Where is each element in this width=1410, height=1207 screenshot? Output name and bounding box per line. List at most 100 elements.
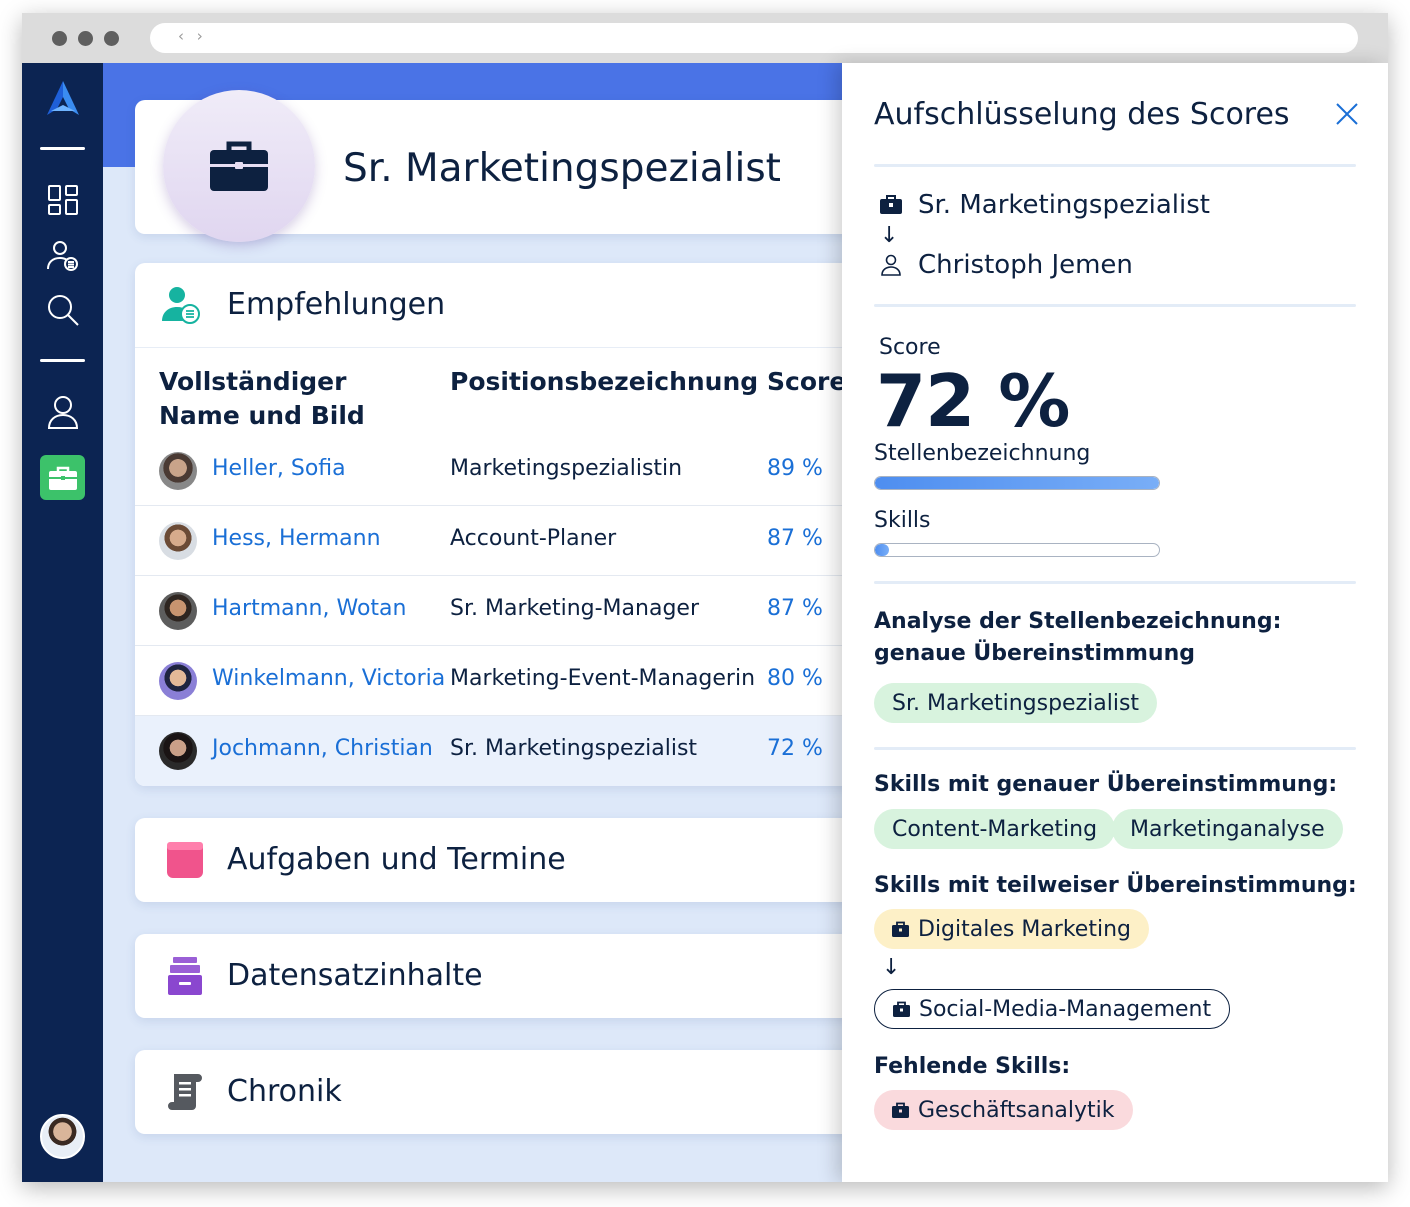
divider: [135, 347, 875, 348]
skills-match-bar: [874, 543, 1160, 557]
job-header-card: Sr. Marketingspezialist: [135, 90, 875, 242]
avatar: [159, 522, 197, 560]
divider: [874, 164, 1356, 167]
skill-chip: Marketinganalyse: [1112, 809, 1343, 849]
jobs-nav-active[interactable]: [40, 455, 85, 500]
candidate-score[interactable]: 87 %: [767, 526, 823, 551]
profile-avatar[interactable]: [40, 1114, 85, 1159]
scroll-icon: [165, 1072, 205, 1112]
avatar: [159, 592, 197, 630]
app-logo-icon[interactable]: [44, 79, 81, 116]
avatar: [159, 452, 197, 490]
skills-bar-label: Skills: [874, 508, 931, 533]
recommendations-icon: [159, 285, 201, 325]
title-match-chip: Sr. Marketingspezialist: [874, 683, 1158, 723]
job-title: Sr. Marketingspezialist: [343, 146, 781, 191]
panel-title: Aufschlüsselung des Scores: [874, 97, 1290, 132]
briefcase-icon: [893, 1001, 910, 1018]
table-row[interactable]: Winkelmann, Victoria Marketing-Event-Man…: [135, 646, 875, 716]
candidate-score[interactable]: 72 %: [767, 736, 823, 761]
candidate-score[interactable]: 89 %: [767, 456, 823, 481]
exact-skills-heading: Skills mit genauer Übereinstimmung:: [874, 772, 1338, 797]
column-header-position[interactable]: Positionsbezeichnung: [450, 365, 758, 399]
arrow-down-icon: ↓: [880, 223, 899, 248]
candidates-icon[interactable]: [44, 237, 81, 274]
divider: [874, 747, 1356, 750]
candidate-name-link[interactable]: Hartmann, Wotan: [212, 596, 406, 621]
candidate-position: Sr. Marketing-Manager: [450, 596, 699, 621]
divider: [874, 304, 1356, 307]
column-header-score[interactable]: Score: [767, 365, 846, 399]
title-bar-label: Stellenbezeichnung: [874, 441, 1091, 466]
skill-chip: Content-Marketing: [874, 809, 1116, 849]
table-row[interactable]: Hess, Hermann Account-Planer 87 %: [135, 506, 875, 576]
user-icon: [880, 254, 902, 276]
avatar: [159, 732, 197, 770]
match-job-title: Sr. Marketingspezialist: [918, 190, 1210, 220]
missing-skills-heading: Fehlende Skills:: [874, 1054, 1071, 1079]
candidate-position: Sr. Marketingspezialist: [450, 736, 698, 761]
briefcase-icon: [892, 921, 909, 938]
avatar: [159, 662, 197, 700]
match-candidate-name: Christoph Jemen: [918, 250, 1133, 280]
candidate-score[interactable]: 87 %: [767, 596, 823, 621]
archive-icon: [165, 956, 205, 996]
records-section[interactable]: Datensatzinhalte: [135, 934, 875, 1018]
candidate-name-link[interactable]: Jochmann, Christian: [212, 736, 433, 761]
recommendations-title: Empfehlungen: [227, 287, 446, 322]
arrow-down-icon: ↓: [882, 955, 901, 980]
window-dot[interactable]: [52, 31, 67, 46]
nav-arrows-icon[interactable]: ‹ ›: [178, 27, 207, 45]
divider: [874, 581, 1356, 584]
sidebar: [22, 63, 103, 1182]
candidate-score[interactable]: 80 %: [767, 666, 823, 691]
sidebar-divider: [40, 359, 85, 362]
partial-skill-to: Social-Media-Management: [919, 996, 1212, 1022]
match-job: Sr. Marketingspezialist: [880, 190, 1210, 220]
score-breakdown-panel: Aufschlüsselung des Scores Sr. Marketing…: [842, 63, 1388, 1182]
dashboard-icon[interactable]: [44, 181, 81, 218]
partial-skill-chip: Social-Media-Management: [874, 989, 1231, 1029]
partial-skill-from: Digitales Marketing: [918, 916, 1131, 942]
search-icon[interactable]: [44, 291, 81, 328]
section-title: Aufgaben und Termine: [227, 842, 566, 877]
browser-window: ‹ › Sr. Marketingspezialist Empfehlungen…: [22, 13, 1388, 1182]
title-analysis-heading: Analyse der Stellenbezeichnung: genaue Ü…: [874, 609, 1282, 666]
chronicle-section[interactable]: Chronik: [135, 1050, 875, 1134]
table-row-selected[interactable]: Jochmann, Christian Sr. Marketingspezial…: [135, 716, 875, 786]
candidate-position: Marketing-Event-Managerin: [450, 666, 756, 691]
column-header-name[interactable]: Vollständiger Name und Bild: [159, 365, 429, 433]
score-value: 72 %: [876, 359, 1070, 443]
section-title: Datensatzinhalte: [227, 958, 483, 993]
job-avatar: [163, 90, 315, 242]
window-dot[interactable]: [104, 31, 119, 46]
candidate-position: Marketingspezialistin: [450, 456, 683, 481]
missing-skill-chip: Geschäftsanalytik: [874, 1090, 1133, 1130]
calendar-icon: [165, 840, 205, 880]
partial-skill-chip: Digitales Marketing: [874, 909, 1149, 949]
close-icon[interactable]: [1334, 101, 1360, 127]
briefcase-icon: [210, 141, 268, 191]
main-content: Sr. Marketingspezialist Empfehlungen Vol…: [103, 63, 875, 1182]
browser-titlebar: ‹ ›: [22, 13, 1388, 63]
section-title: Chronik: [227, 1074, 342, 1109]
tasks-section[interactable]: Aufgaben und Termine: [135, 818, 875, 902]
address-bar[interactable]: ‹ ›: [150, 23, 1358, 53]
score-label: Score: [879, 335, 941, 360]
candidate-name-link[interactable]: Hess, Hermann: [212, 526, 381, 551]
table-row[interactable]: Hartmann, Wotan Sr. Marketing-Manager 87…: [135, 576, 875, 646]
sidebar-divider: [40, 147, 85, 150]
briefcase-icon: [48, 466, 77, 490]
user-icon[interactable]: [44, 393, 81, 430]
title-match-bar: [874, 476, 1160, 490]
candidate-position: Account-Planer: [450, 526, 617, 551]
missing-skill-name: Geschäftsanalytik: [918, 1097, 1115, 1123]
table-row[interactable]: Heller, Sofia Marketingspezialistin 89 %: [135, 436, 875, 506]
window-dot[interactable]: [78, 31, 93, 46]
candidate-name-link[interactable]: Winkelmann, Victoria: [212, 666, 445, 691]
candidate-name-link[interactable]: Heller, Sofia: [212, 456, 346, 481]
briefcase-icon: [892, 1102, 909, 1119]
partial-skills-heading: Skills mit teilweiser Übereinstimmung:: [874, 873, 1357, 898]
match-candidate: Christoph Jemen: [880, 250, 1133, 280]
recommendations-card: Empfehlungen Vollständiger Name und Bild…: [135, 263, 875, 786]
